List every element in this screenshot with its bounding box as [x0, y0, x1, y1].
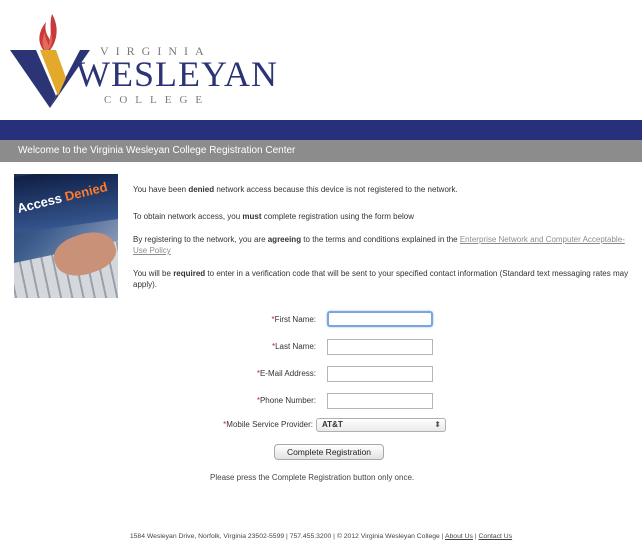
last-name-label: *Last Name: — [176, 342, 316, 351]
contact-us-link[interactable]: Contact Us — [479, 533, 513, 540]
footer-address: 1584 Wesleyan Drive, Norfolk, Virginia 2… — [129, 533, 445, 540]
m3-bold: agreeing — [267, 235, 302, 244]
email-field[interactable] — [327, 366, 433, 382]
access-denied-photo: Access Denied — [14, 174, 118, 298]
first-name-label: *First Name: — [176, 315, 316, 324]
phone-field[interactable] — [327, 393, 433, 409]
email-label: *E-Mail Address: — [176, 369, 316, 378]
select-arrows-icon: ⬍ — [434, 420, 441, 429]
last-name-field[interactable] — [327, 339, 433, 355]
submit-note: Please press the Complete Registration b… — [210, 473, 415, 482]
message-must-register: To obtain network access, you must compl… — [133, 211, 638, 222]
message-denied: You have been denied network access beca… — [133, 184, 638, 195]
first-name-label-text: First Name: — [274, 315, 316, 324]
m1-pre: You have been — [133, 185, 189, 194]
page-footer: 1584 Wesleyan Drive, Norfolk, Virginia 2… — [0, 533, 642, 540]
header-welcome-bar: Welcome to the Virginia Wesleyan College… — [0, 140, 642, 162]
provider-selected-value: AT&T — [322, 420, 343, 429]
header-blue-bar — [0, 120, 642, 140]
m3-pre: By registering to the network, you are — [133, 235, 268, 244]
last-name-label-text: Last Name: — [275, 342, 316, 351]
mobile-provider-select[interactable]: AT&T ⬍ — [316, 418, 446, 432]
phone-label-text: Phone Number: — [259, 396, 316, 405]
m2-post: complete registration using the form bel… — [261, 212, 415, 221]
message-verification: You will be required to enter in a verif… — [133, 268, 638, 290]
phone-label: *Phone Number: — [176, 396, 316, 405]
message-agreeing: By registering to the network, you are a… — [133, 234, 638, 256]
provider-label-text: Mobile Service Provider: — [226, 420, 313, 429]
logo-line-college: COLLEGE — [104, 94, 211, 106]
complete-registration-button[interactable]: Complete Registration — [274, 444, 384, 460]
m1-post: network access because this device is no… — [214, 185, 458, 194]
m2-bold: must — [242, 212, 262, 221]
first-name-field[interactable] — [327, 311, 433, 327]
welcome-text: Welcome to the Virginia Wesleyan College… — [18, 145, 296, 156]
m4-bold: required — [173, 269, 206, 278]
m4-pre: You will be — [133, 269, 174, 278]
logo-line-wesleyan: WESLEYAN — [76, 54, 278, 94]
about-us-link[interactable]: About Us — [445, 533, 473, 540]
m2-pre: To obtain network access, you — [133, 212, 243, 221]
m3-post: to the terms and conditions explained in… — [301, 235, 460, 244]
m4-post: to enter in a verification code that wil… — [133, 269, 629, 289]
email-label-text: E-Mail Address: — [259, 369, 316, 378]
provider-label: *Mobile Service Provider: — [173, 420, 313, 429]
college-logo: VIRGINIA WESLEYAN COLLEGE — [10, 6, 277, 108]
m1-bold: denied — [188, 185, 215, 194]
